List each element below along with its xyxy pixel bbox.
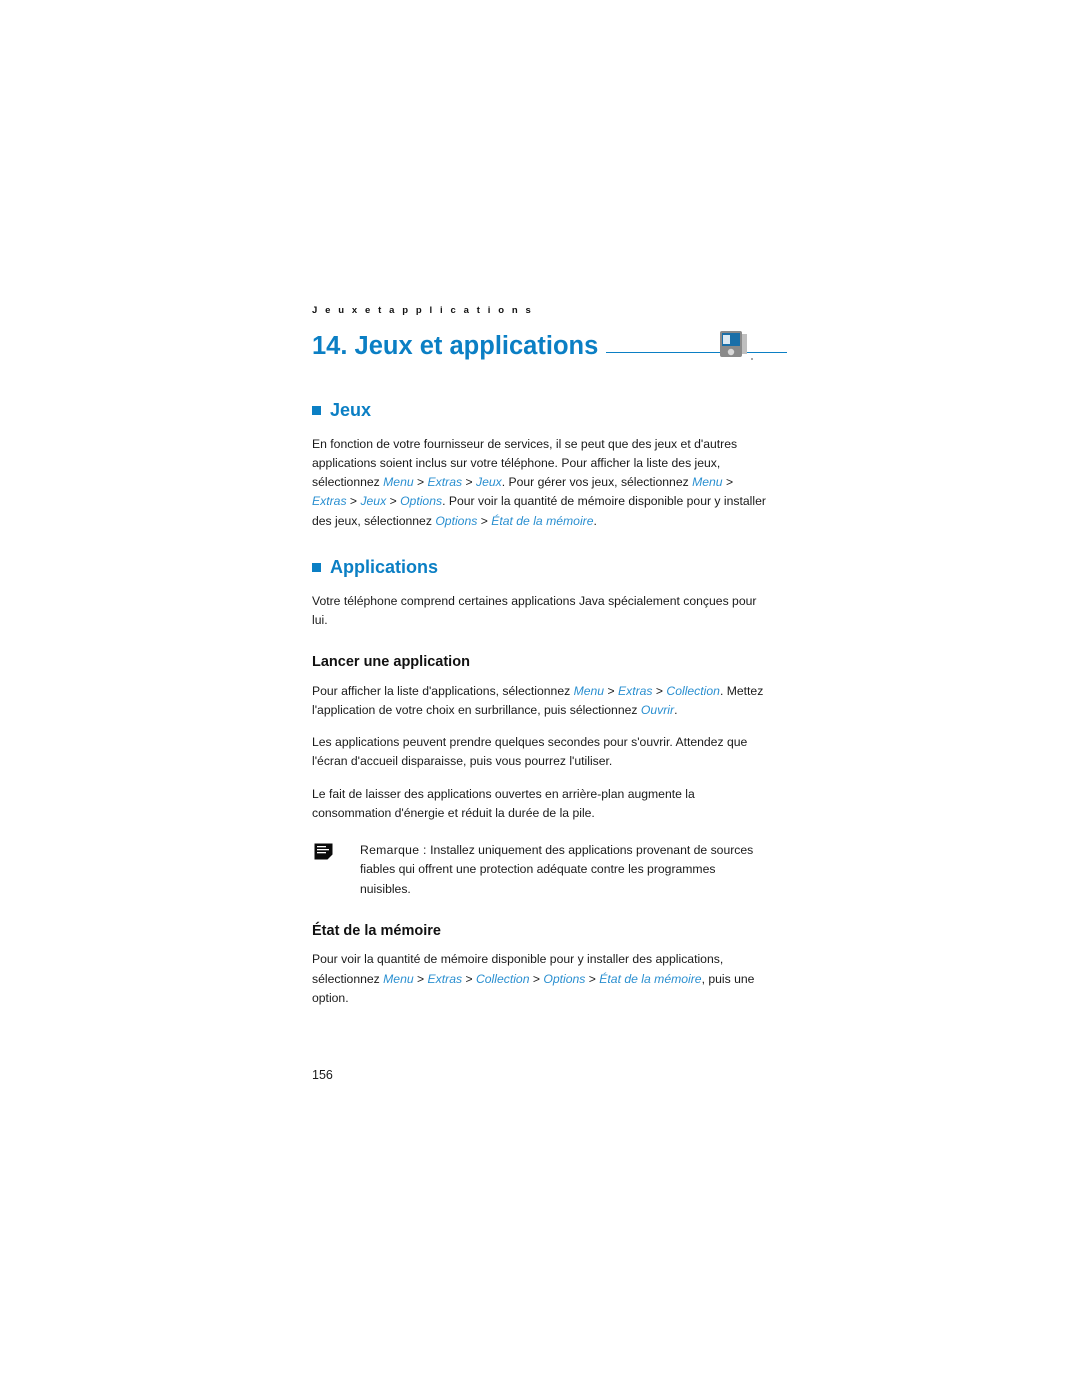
subheading-lancer-une-application: Lancer une application	[312, 654, 470, 671]
text-run: >	[386, 494, 401, 509]
paragraph-lancer-1: Pour afficher la liste d'applications, s…	[312, 682, 767, 721]
text-run: >	[346, 494, 361, 509]
section-heading-jeux: Jeux	[312, 400, 767, 421]
menu-path-token: Menu	[383, 971, 414, 986]
text-run: .	[593, 513, 597, 528]
page-content: J e u x e t a p p l i c a t i o n s 14. …	[312, 305, 787, 1021]
paragraph-jeux: En fonction de votre fournisseur de serv…	[312, 435, 767, 531]
note-label: Remarque :	[360, 843, 427, 858]
section-heading-jeux-label: Jeux	[330, 400, 372, 420]
section-heading-applications: Applications	[312, 557, 767, 578]
menu-path-token: Menu	[573, 683, 605, 698]
menu-path-token: Collection	[475, 971, 530, 986]
running-header: J e u x e t a p p l i c a t i o n s	[312, 305, 534, 316]
menu-path-token: État de la mémoire	[491, 513, 594, 528]
square-bullet-icon	[312, 563, 321, 573]
text-run: >	[477, 513, 492, 528]
text-run: >	[529, 971, 544, 986]
page-number: 156	[312, 1068, 333, 1082]
note-text: Remarque : Installez uniquement des appl…	[360, 841, 767, 899]
text-run: >	[722, 475, 734, 490]
note-block: Remarque : Installez uniquement des appl…	[312, 841, 767, 899]
text-run: >	[413, 475, 428, 490]
paragraph-lancer-3: Le fait de laisser des applications ouve…	[312, 786, 695, 820]
section-heading-applications-label: Applications	[330, 557, 439, 578]
text-run: .	[674, 702, 678, 717]
menu-path-token: Extras	[617, 683, 653, 698]
menu-path-token: Menu	[692, 475, 723, 490]
text-run: >	[585, 971, 600, 986]
menu-path-token: Jeux	[475, 475, 502, 490]
menu-path-token: Options	[435, 513, 478, 528]
text-run: >	[413, 971, 428, 986]
menu-path-token: État de la mémoire	[599, 971, 702, 986]
document-page: J e u x e t a p p l i c a t i o n s 14. …	[0, 0, 1080, 1397]
text-run: Pour afficher la liste d'applications, s…	[312, 683, 574, 698]
menu-path-token: Menu	[383, 475, 414, 490]
note-page-icon	[314, 843, 333, 861]
text-run: >	[462, 475, 476, 490]
menu-path-token: Extras	[427, 971, 463, 986]
text-run: >	[462, 971, 476, 986]
subheading-etat-de-la-memoire: État de la mémoire	[312, 923, 441, 940]
paragraph-lancer-2: Les applications peuvent prendre quelque…	[312, 735, 748, 769]
menu-path-token: Options	[543, 971, 586, 986]
phone-device-icon	[712, 326, 758, 366]
text-run: >	[604, 683, 618, 698]
page-title: 14. Jeux et applications	[312, 332, 607, 361]
menu-path-token: Extras	[427, 475, 463, 490]
menu-path-token: Options	[400, 494, 443, 509]
menu-path-token: Extras	[312, 494, 347, 509]
square-bullet-icon	[312, 406, 321, 415]
chapter-title-row: 14. Jeux et applications	[312, 331, 787, 374]
menu-path-token: Ouvrir	[640, 702, 675, 717]
menu-path-token: Collection	[666, 683, 720, 698]
paragraph-memoire: Pour voir la quantité de mémoire disponi…	[312, 950, 767, 1008]
text-run: . Pour gérer vos jeux, sélectionnez	[501, 475, 693, 490]
paragraph-applications-intro: Votre téléphone comprend certaines appli…	[312, 593, 757, 627]
menu-path-token: Jeux	[360, 494, 387, 509]
text-run: >	[652, 683, 667, 698]
